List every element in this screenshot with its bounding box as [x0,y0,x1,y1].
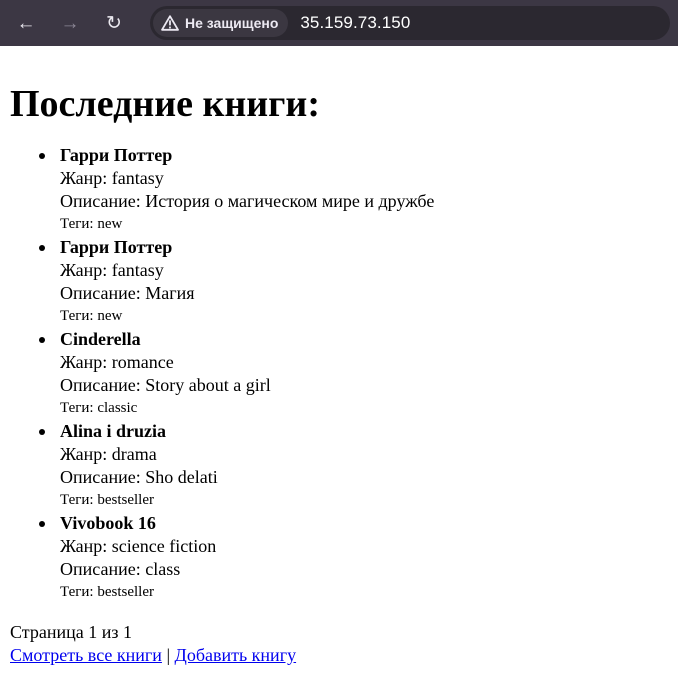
page-content: Последние книги: Гарри Поттер Жанр: fant… [0,46,678,667]
book-item: Гарри Поттер Жанр: fantasy Описание: Маг… [39,236,668,328]
book-genre: Жанр: drama [60,444,157,464]
book-description: Описание: class [60,559,181,579]
book-list: Гарри Поттер Жанр: fantasy Описание: Ист… [10,144,668,604]
book-description: Описание: История о магическом мире и др… [60,191,435,211]
back-arrow-icon[interactable]: ← [15,12,37,34]
book-genre: Жанр: fantasy [60,168,164,188]
book-tags: Теги: new [60,308,123,324]
book-tags: Теги: bestseller [60,492,154,508]
book-genre: Жанр: romance [60,352,174,372]
book-item: Alina i druzia Жанр: drama Описание: Sho… [39,420,668,512]
book-tags: Теги: new [60,216,123,232]
book-genre: Жанр: fantasy [60,260,164,280]
book-item: Vivobook 16 Жанр: science fiction Описан… [39,512,668,604]
book-title: Гарри Поттер [60,145,173,165]
link-separator: | [161,645,175,665]
book-tags: Теги: classic [60,400,138,416]
security-label: Не защищено [185,15,279,31]
page-title: Последние книги: [10,83,320,125]
book-description: Описание: Story about a girl [60,375,271,395]
security-indicator[interactable]: Не защищено [153,9,289,37]
book-title: Vivobook 16 [60,513,156,533]
book-title: Cinderella [60,329,141,349]
book-item: Гарри Поттер Жанр: fantasy Описание: Ист… [39,144,668,236]
forward-arrow-icon[interactable]: → [59,12,81,34]
book-title: Гарри Поттер [60,237,173,257]
address-bar[interactable]: Не защищено 35.159.73.150 [150,6,670,40]
view-all-books-link[interactable]: Смотреть все книги [10,645,162,665]
book-tags: Теги: bestseller [60,584,154,600]
url-text[interactable]: 35.159.73.150 [300,13,410,33]
book-description: Описание: Sho delati [60,467,218,487]
warning-triangle-icon [161,15,179,31]
book-description: Описание: Магия [60,283,195,303]
reload-icon[interactable]: ↻ [103,12,125,34]
browser-toolbar: ← → ↻ Не защищено 35.159.73.150 [0,0,678,46]
pagination-text: Страница 1 из 1 [10,622,132,642]
book-title: Alina i druzia [60,421,167,441]
add-book-link[interactable]: Добавить книгу [175,645,297,665]
page-links: Смотреть все книги | Добавить книгу [10,644,668,667]
book-item: Cinderella Жанр: romance Описание: Story… [39,328,668,420]
book-genre: Жанр: science fiction [60,536,217,556]
